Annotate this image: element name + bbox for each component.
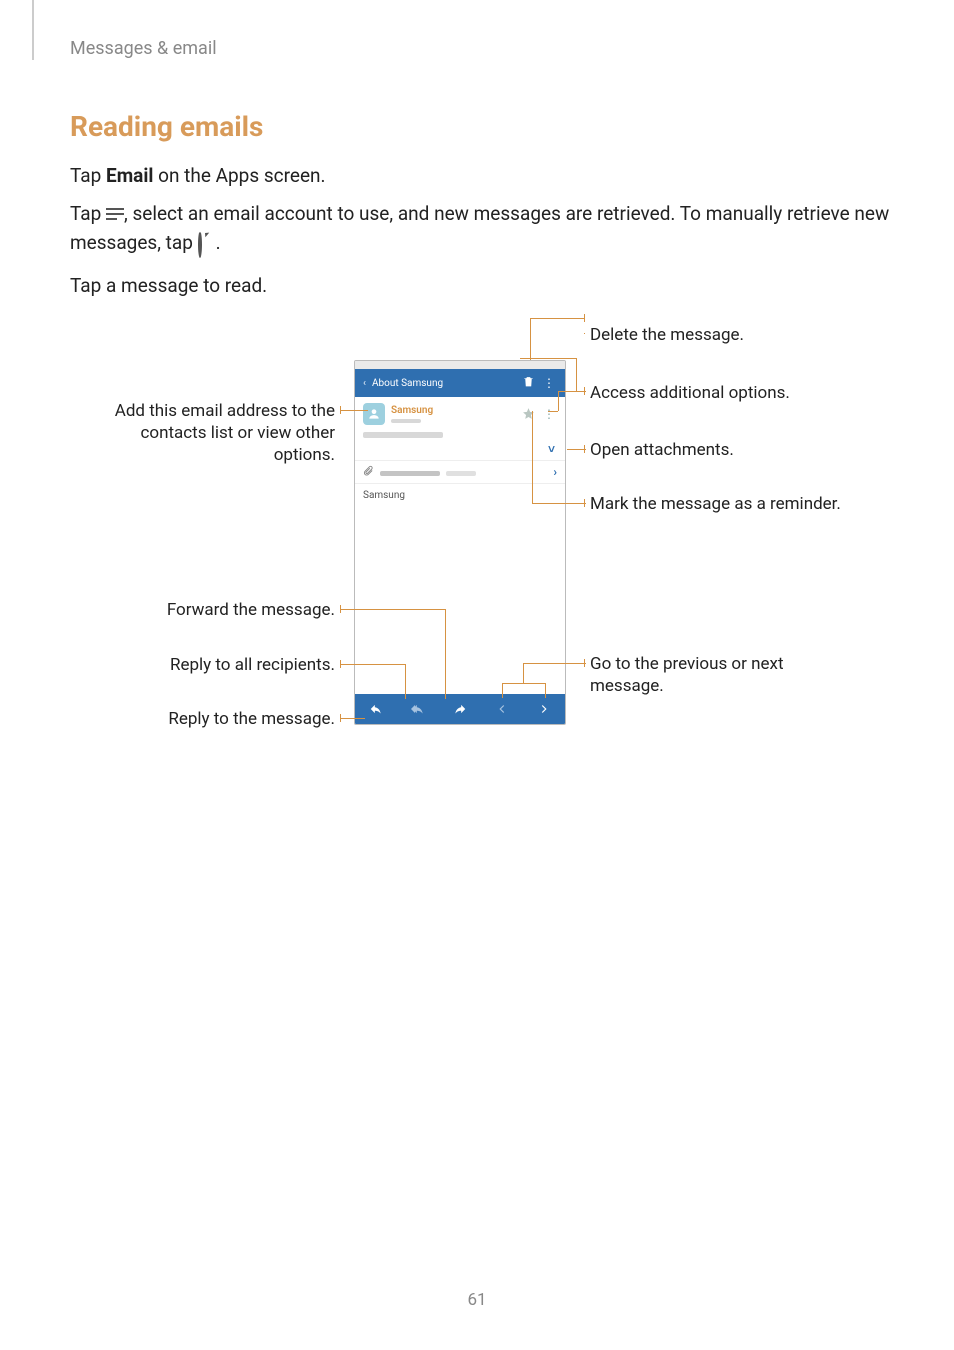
leader [545, 683, 546, 698]
leader [532, 411, 533, 503]
email-action-bar[interactable]: ‹ About Samsung ⋮ [355, 369, 565, 397]
attachment-row[interactable]: › [355, 460, 565, 484]
menu-icon [106, 204, 124, 222]
leader [340, 410, 368, 411]
leader [530, 318, 531, 360]
page-number: 61 [0, 1290, 954, 1310]
leader [558, 391, 559, 411]
text: on the Apps screen. [153, 164, 325, 187]
status-bar [355, 361, 565, 369]
text: Tap [70, 202, 106, 225]
callout-options: Access additional options. [590, 382, 790, 404]
leader [340, 718, 365, 719]
text: . [216, 231, 221, 254]
leader [340, 406, 341, 414]
attachment-chevron[interactable]: › [553, 465, 557, 479]
email-bold: Email [106, 164, 153, 187]
expand-details-icon[interactable]: ˅ [355, 442, 565, 460]
leader [532, 503, 586, 504]
leader [340, 664, 405, 665]
callout-reminder: Mark the message as a reminder. [590, 493, 841, 515]
leader [548, 411, 558, 412]
callout-attachments: Open attachments. [590, 439, 734, 461]
sender-avatar[interactable] [363, 403, 385, 425]
leader [584, 333, 585, 334]
callout-reply-all: Reply to all recipients. [150, 654, 335, 676]
leader [405, 664, 406, 699]
leader [340, 605, 341, 613]
leader [520, 358, 576, 359]
reply-button[interactable] [355, 694, 397, 724]
leader [584, 387, 585, 395]
text: Tap [70, 164, 106, 187]
back-icon[interactable]: ‹ [363, 378, 366, 389]
leader [584, 499, 585, 507]
leader [576, 358, 577, 392]
paragraph-3: Tap a message to read. [70, 272, 267, 301]
text: , select an email account to use, and ne… [70, 202, 889, 254]
callout-delete: Delete the message. [590, 324, 744, 346]
leader [523, 663, 524, 683]
email-title: About Samsung [372, 378, 516, 389]
reply-all-button[interactable] [397, 694, 439, 724]
leader [523, 663, 586, 664]
callout-navigation: Go to the previous or next message. [590, 653, 850, 697]
callout-reply: Reply to the message. [150, 708, 335, 730]
margin-rule [32, 0, 34, 60]
leader [502, 683, 545, 684]
callout-forward: Forward the message. [150, 599, 335, 621]
leader [502, 683, 503, 698]
callout-add-contact: Add this email address to the contacts l… [100, 400, 335, 466]
overflow-menu-icon[interactable]: ⋮ [541, 380, 557, 386]
leader [584, 314, 585, 322]
leader [340, 609, 445, 610]
refresh-icon [198, 231, 216, 249]
trash-icon[interactable] [522, 375, 535, 391]
leader [530, 318, 585, 319]
paperclip-icon [363, 465, 374, 479]
leader [584, 659, 585, 667]
subject-row [355, 432, 565, 442]
email-footer-bar [355, 694, 565, 724]
sender-row[interactable]: Samsung ⋮ [355, 397, 565, 429]
sender-name: Samsung [391, 405, 516, 416]
leader [445, 609, 446, 699]
next-button[interactable] [523, 694, 565, 724]
prev-button[interactable] [481, 694, 523, 724]
leader [584, 445, 585, 453]
leader [340, 660, 341, 668]
paragraph-2: Tap , select an email account to use, an… [70, 200, 890, 257]
leader [558, 391, 576, 392]
leader [340, 714, 341, 722]
phone-mock: ‹ About Samsung ⋮ Samsung ⋮ ˅ [354, 360, 566, 725]
annotated-screenshot: ‹ About Samsung ⋮ Samsung ⋮ ˅ [70, 318, 860, 738]
section-heading: Reading emails [70, 110, 263, 143]
breadcrumb: Messages & email [70, 38, 217, 59]
sender-text: Samsung [391, 405, 516, 423]
paragraph-1: Tap Email on the Apps screen. [70, 162, 326, 191]
